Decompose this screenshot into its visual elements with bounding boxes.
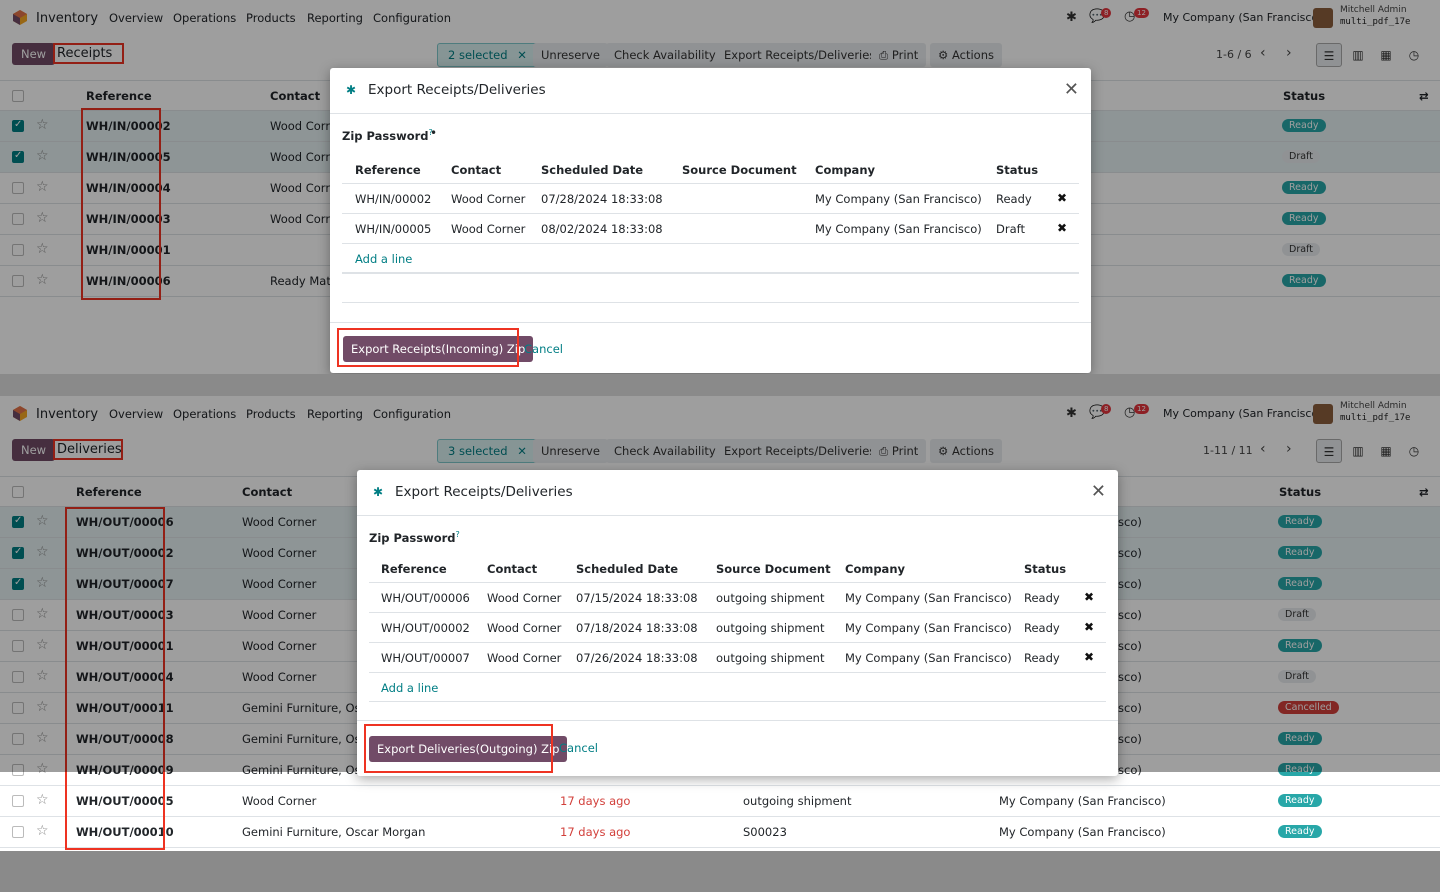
dcell-status: Draft xyxy=(996,222,1025,236)
dcol-status: Status xyxy=(1024,562,1067,576)
bug-icon: ✱ xyxy=(346,83,357,97)
blank-row xyxy=(342,273,1079,303)
dialog-header: ✱ Export Receipts/Deliveries ✕ xyxy=(357,470,1118,516)
dcell-status: Ready xyxy=(996,192,1032,206)
dcell-contact: Wood Corner xyxy=(487,651,562,665)
dcell-contact: Wood Corner xyxy=(451,192,526,206)
dcell-date: 07/18/2024 18:33:08 xyxy=(576,621,698,635)
add-line-row: Add a line xyxy=(342,243,1079,273)
dialog-row[interactable]: WH/IN/00005 Wood Corner 08/02/2024 18:33:0… xyxy=(342,213,1079,243)
separator xyxy=(0,374,1440,396)
delete-row-icon[interactable]: ✖ xyxy=(1057,191,1067,205)
dcol-contact: Contact xyxy=(451,163,502,177)
dcol-date: Scheduled Date xyxy=(541,163,644,177)
cell-contact: Gemini Furniture, Oscar Morgan xyxy=(242,825,426,839)
zip-password-input[interactable]: • xyxy=(430,126,437,140)
dialog-title: Export Receipts/Deliveries xyxy=(395,484,573,500)
cell-scheduled-date: 17 days ago xyxy=(560,825,631,839)
dcell-company: My Company (San Francisco) xyxy=(845,591,1012,605)
dcell-date: 07/15/2024 18:33:08 xyxy=(576,591,698,605)
dialog-row[interactable]: WH/OUT/00007 Wood Corner 07/26/2024 18:33:… xyxy=(369,642,1106,672)
dcol-reference: Reference xyxy=(355,163,421,177)
dcol-date: Scheduled Date xyxy=(576,562,679,576)
cell-scheduled-date: 17 days ago xyxy=(560,794,631,808)
status-badge: Ready xyxy=(1278,794,1322,807)
dcell-date: 07/28/2024 18:33:08 xyxy=(541,192,663,206)
row-checkbox[interactable] xyxy=(12,795,24,807)
receipts-screen: Inventory Overview Operations Products R… xyxy=(0,0,1440,374)
dialog-row[interactable]: WH/IN/00002 Wood Corner 07/28/2024 18:33:0… xyxy=(342,183,1079,213)
cell-contact: Wood Corner xyxy=(242,794,317,808)
dcell-date: 08/02/2024 18:33:08 xyxy=(541,222,663,236)
dcell-contact: Wood Corner xyxy=(451,222,526,236)
dialog-row[interactable]: WH/OUT/00006 Wood Corner 07/15/2024 18:33:… xyxy=(369,582,1106,612)
dcell-company: My Company (San Francisco) xyxy=(845,621,1012,635)
dcell-source: outgoing shipment xyxy=(716,591,825,605)
page-bottom-band xyxy=(0,851,1440,892)
close-icon[interactable]: ✕ xyxy=(1064,79,1079,100)
dcell-contact: Wood Corner xyxy=(487,621,562,635)
dcell-ref: WH/OUT/00006 xyxy=(381,591,470,605)
dcell-company: My Company (San Francisco) xyxy=(815,222,982,236)
delete-row-icon[interactable]: ✖ xyxy=(1084,650,1094,664)
delete-row-icon[interactable]: ✖ xyxy=(1057,221,1067,235)
cancel-button[interactable]: Cancel xyxy=(524,342,563,356)
dcell-ref: WH/OUT/00007 xyxy=(381,651,470,665)
zip-password-label-text: Zip Password xyxy=(342,128,429,143)
cell-company: My Company (San Francisco) xyxy=(999,825,1166,839)
dcell-source: outgoing shipment xyxy=(716,621,825,635)
dcell-status: Ready xyxy=(1024,591,1060,605)
add-line-link[interactable]: Add a line xyxy=(355,252,412,266)
zip-password-label: Zip Password? xyxy=(369,530,460,545)
status-badge: Ready xyxy=(1278,825,1322,838)
close-icon[interactable]: ✕ xyxy=(1091,481,1106,502)
dcell-company: My Company (San Francisco) xyxy=(815,192,982,206)
table-row[interactable]: ☆ WH/OUT/00010 Gemini Furniture, Oscar Mor… xyxy=(0,817,1440,848)
dcol-company: Company xyxy=(815,163,875,177)
dcell-status: Ready xyxy=(1024,621,1060,635)
zip-password-label-text: Zip Password xyxy=(369,530,456,545)
table-row[interactable]: ☆ WH/OUT/00005 Wood Corner 17 days ago outgo… xyxy=(0,786,1440,817)
dialog-row[interactable]: WH/OUT/00002 Wood Corner 07/18/2024 18:33:… xyxy=(369,612,1106,642)
delete-row-icon[interactable]: ✖ xyxy=(1084,590,1094,604)
dialog-header: ✱ Export Receipts/Deliveries ✕ xyxy=(330,68,1091,114)
dcell-company: My Company (San Francisco) xyxy=(845,651,1012,665)
cancel-button[interactable]: Cancel xyxy=(559,741,598,755)
cell-source-document: S00023 xyxy=(743,825,787,839)
export-button-highlight xyxy=(364,724,553,773)
dcol-source: Source Document xyxy=(682,163,797,177)
zip-password-label: Zip Password? xyxy=(342,128,433,143)
delete-row-icon[interactable]: ✖ xyxy=(1084,620,1094,634)
cell-source-document: outgoing shipment xyxy=(743,794,852,808)
dcell-source: outgoing shipment xyxy=(716,651,825,665)
dcol-status: Status xyxy=(996,163,1039,177)
dialog-title: Export Receipts/Deliveries xyxy=(368,82,546,98)
export-button-highlight xyxy=(337,328,519,367)
deliveries-screen: Inventory Overview Operations Products R… xyxy=(0,396,1440,851)
dcol-contact: Contact xyxy=(487,562,538,576)
dcell-contact: Wood Corner xyxy=(487,591,562,605)
dcol-company: Company xyxy=(845,562,905,576)
export-dialog: ✱ Export Receipts/Deliveries ✕ Zip Passw… xyxy=(357,470,1118,776)
dcol-reference: Reference xyxy=(381,562,447,576)
row-checkbox[interactable] xyxy=(12,826,24,838)
dcell-ref: WH/IN/00002 xyxy=(355,192,432,206)
export-dialog: ✱ Export Receipts/Deliveries ✕ Zip Passw… xyxy=(330,68,1091,373)
dcell-ref: WH/IN/00005 xyxy=(355,222,432,236)
bug-icon: ✱ xyxy=(373,485,384,499)
dcol-source: Source Document xyxy=(716,562,831,576)
cell-company: My Company (San Francisco) xyxy=(999,794,1166,808)
dcell-ref: WH/OUT/00002 xyxy=(381,621,470,635)
star-icon[interactable]: ☆ xyxy=(36,823,49,839)
star-icon[interactable]: ☆ xyxy=(36,792,49,808)
add-line-row: Add a line xyxy=(369,672,1106,702)
add-line-link[interactable]: Add a line xyxy=(381,681,438,695)
dcell-status: Ready xyxy=(1024,651,1060,665)
zip-help-icon[interactable]: ? xyxy=(456,530,460,539)
dcell-date: 07/26/2024 18:33:08 xyxy=(576,651,698,665)
